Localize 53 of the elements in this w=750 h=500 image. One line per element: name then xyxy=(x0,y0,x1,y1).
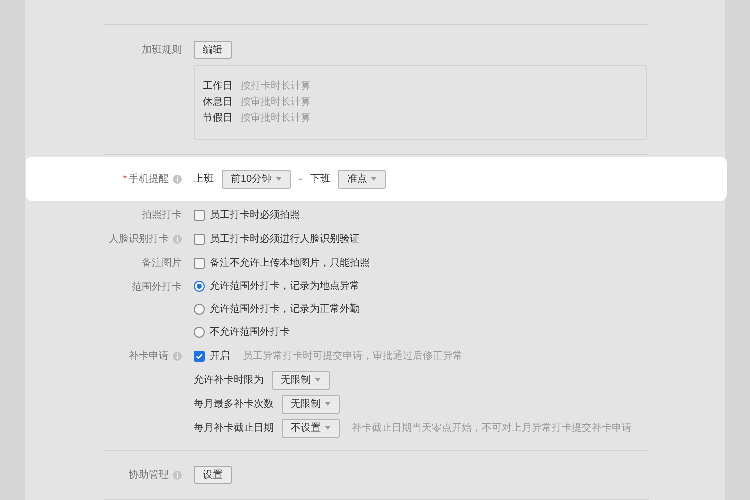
caret-icon xyxy=(325,402,331,406)
setting-label: 每月最多补卡次数 xyxy=(194,398,274,412)
radio-button[interactable] xyxy=(194,281,205,292)
field-label: 补卡申请 xyxy=(129,350,169,364)
checkbox[interactable] xyxy=(194,210,205,220)
dropdown[interactable]: 准点 xyxy=(338,170,386,188)
caret-icon xyxy=(276,177,282,181)
day-type: 工作日 xyxy=(203,80,233,94)
field-label: 拍照打卡 xyxy=(142,208,182,222)
radio-label: 允许范围外打卡，记录为正常外勤 xyxy=(210,302,360,317)
dropdown[interactable]: 无限制 xyxy=(272,370,330,390)
setting-label: 允许补卡时限为 xyxy=(194,374,264,388)
info-icon xyxy=(173,174,182,184)
field-label: 手机提醒 xyxy=(129,172,169,186)
radio-label: 不允许范围外打卡 xyxy=(210,326,290,340)
rule-text: 按打卡时长计算 xyxy=(241,80,311,94)
field-label: 备注图片 xyxy=(142,256,182,270)
day-type: 休息日 xyxy=(203,96,233,110)
radio-label: 允许范围外打卡，记录为地点异常 xyxy=(210,280,360,294)
checkbox[interactable] xyxy=(194,258,205,268)
checkbox[interactable] xyxy=(194,234,205,244)
required-mark: * xyxy=(123,172,127,186)
hint-text: 员工异常打卡时可提交申请，审批通过后修正异常 xyxy=(243,350,463,364)
checkbox-label: 员工打卡时必须进行人脸识别验证 xyxy=(210,232,360,246)
rule-text: 按审批时长计算 xyxy=(241,96,311,110)
radio-button[interactable] xyxy=(194,327,205,338)
time-label: 下班 xyxy=(310,172,330,186)
dropdown[interactable]: 不设置 xyxy=(282,418,340,438)
info-icon xyxy=(173,234,182,244)
action-button[interactable]: 设置 xyxy=(194,466,232,484)
checkbox-label: 备注不允许上传本地图片，只能拍照 xyxy=(210,256,370,270)
radio-button[interactable] xyxy=(194,304,205,315)
field-label: 加班规则 xyxy=(142,44,182,58)
time-label: 上班 xyxy=(194,172,214,186)
checkbox[interactable] xyxy=(194,350,205,362)
caret-icon xyxy=(325,426,331,430)
field-label: 范围外打卡 xyxy=(132,280,182,294)
caret-icon xyxy=(371,177,378,181)
hint-text: 补卡截止日期当天零点开始，不可对上月异常打卡提交补卡申请 xyxy=(352,422,632,436)
info-icon xyxy=(173,352,182,360)
checkbox-label: 开启 xyxy=(210,350,230,364)
info-icon xyxy=(173,470,182,480)
field-label: 人脸识别打卡 xyxy=(109,232,169,246)
rule-text: 按审批时长计算 xyxy=(241,112,311,126)
dropdown[interactable]: 前10分钟 xyxy=(222,170,292,188)
time-label: - xyxy=(299,172,302,186)
action-button[interactable]: 编辑 xyxy=(194,41,232,59)
checkbox-label: 员工打卡时必须拍照 xyxy=(210,208,300,222)
field-label: 协助管理 xyxy=(129,468,169,482)
setting-label: 每月补卡截止日期 xyxy=(194,422,274,436)
dropdown[interactable]: 无限制 xyxy=(282,394,340,414)
day-type: 节假日 xyxy=(203,112,233,126)
caret-icon xyxy=(315,378,321,382)
